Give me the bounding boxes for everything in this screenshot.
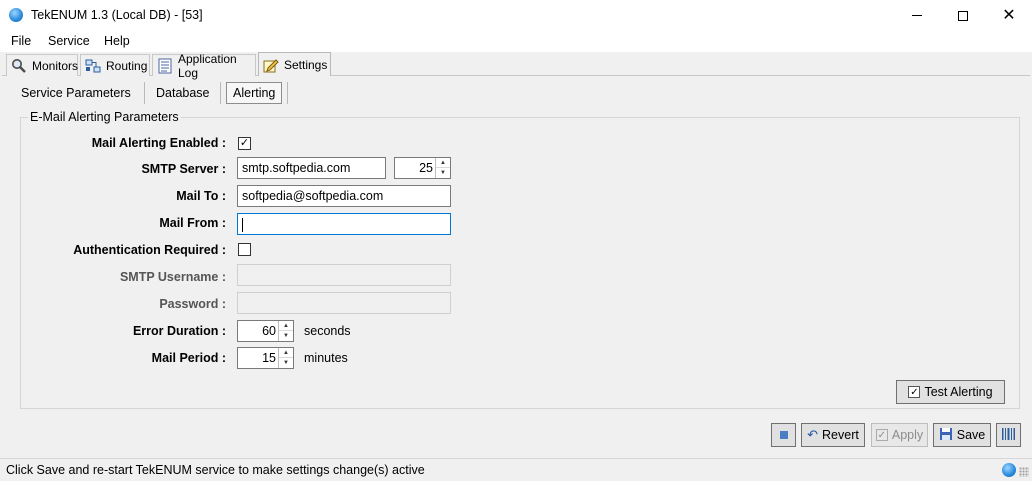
- smtp-server-input[interactable]: smtp.softpedia.com: [237, 157, 386, 179]
- spin-buttons: ▲ ▼: [278, 321, 293, 341]
- apply-icon: ✓: [875, 429, 888, 441]
- mail-alerting-enabled-label: Mail Alerting Enabled :: [91, 136, 226, 150]
- menu-service[interactable]: Service: [48, 34, 90, 48]
- mail-alerting-enabled-checkbox[interactable]: ✓: [238, 137, 251, 150]
- smtp-port-stepper[interactable]: 25 ▲ ▼: [394, 157, 451, 179]
- revert-label: Revert: [822, 428, 859, 442]
- client-area: Monitors Routing Application Log Setting…: [0, 52, 1032, 458]
- maximize-button[interactable]: [940, 0, 986, 31]
- check-icon: ✓: [908, 386, 921, 398]
- error-duration-value: 60: [262, 324, 276, 338]
- tab-application-log-label: Application Log: [178, 51, 237, 80]
- spin-up-icon[interactable]: ▲: [279, 321, 293, 331]
- maximize-icon: [958, 10, 968, 21]
- close-icon: ✕: [1002, 6, 1016, 24]
- group-title: E-Mail Alerting Parameters: [28, 110, 181, 124]
- smtp-server-label: SMTP Server :: [141, 162, 226, 176]
- window-title: TekENUM 1.3 (Local DB) - [53]: [31, 8, 203, 22]
- status-message: Click Save and re-start TekENUM service …: [6, 463, 425, 477]
- text-caret: [242, 217, 243, 232]
- apply-button[interactable]: ✓ Apply: [871, 423, 928, 447]
- mail-period-value: 15: [262, 351, 276, 365]
- spin-buttons: ▲ ▼: [278, 348, 293, 368]
- stop-icon: [779, 431, 788, 439]
- tab-routing[interactable]: Routing: [80, 54, 150, 76]
- app-logo-icon: [9, 8, 23, 22]
- settings-icon: [263, 57, 279, 73]
- password-label: Password :: [159, 297, 226, 311]
- auth-required-checkbox[interactable]: [238, 243, 251, 256]
- password-input[interactable]: [237, 292, 451, 314]
- spin-up-icon[interactable]: ▲: [279, 348, 293, 358]
- tab-application-log[interactable]: Application Log: [152, 52, 256, 80]
- floppy-disk-icon: [939, 427, 953, 444]
- subtab-service-parameters[interactable]: Service Parameters: [21, 82, 131, 104]
- magnifier-icon: [11, 58, 27, 74]
- spin-down-icon[interactable]: ▼: [279, 358, 293, 368]
- status-bar: Click Save and re-start TekENUM service …: [0, 458, 1032, 481]
- service-status-icon: [1002, 463, 1016, 477]
- log-icon: [157, 58, 173, 74]
- mail-period-unit: minutes: [304, 351, 348, 365]
- subtab-separator: [144, 82, 145, 104]
- menu-help[interactable]: Help: [104, 34, 130, 48]
- tab-settings-label: Settings: [284, 57, 328, 72]
- email-alerting-group: [20, 117, 1020, 409]
- error-duration-label: Error Duration :: [132, 324, 226, 338]
- error-duration-stepper[interactable]: 60 ▲ ▼: [237, 320, 294, 342]
- mail-period-stepper[interactable]: 15 ▲ ▼: [237, 347, 294, 369]
- mail-from-label: Mail From :: [159, 216, 226, 230]
- title-bar: TekENUM 1.3 (Local DB) - [53] ✕: [0, 0, 1032, 31]
- mail-period-label: Mail Period :: [151, 351, 226, 365]
- smtp-username-label: SMTP Username :: [119, 270, 226, 284]
- tab-routing-label: Routing: [106, 58, 148, 73]
- spin-buttons: ▲ ▼: [435, 158, 450, 178]
- spin-down-icon[interactable]: ▼: [279, 331, 293, 341]
- revert-icon: ↶: [807, 427, 819, 442]
- subtab-separator: [220, 82, 221, 104]
- save-label: Save: [956, 428, 986, 442]
- close-button[interactable]: ✕: [986, 0, 1032, 31]
- test-alerting-button[interactable]: ✓ Test Alerting: [896, 380, 1005, 404]
- menu-file[interactable]: File: [11, 34, 31, 48]
- mail-to-label: Mail To :: [176, 189, 226, 203]
- spin-down-icon[interactable]: ▼: [436, 168, 450, 178]
- subtab-separator: [287, 82, 288, 104]
- barcode-button[interactable]: [996, 423, 1021, 447]
- barcode-icon: [1001, 426, 1017, 445]
- routing-icon: [85, 58, 101, 74]
- smtp-port-value: 25: [419, 161, 433, 175]
- tab-monitors-label: Monitors: [32, 58, 79, 73]
- minimize-icon: [912, 15, 922, 16]
- tab-settings[interactable]: Settings: [258, 52, 331, 76]
- mail-from-input[interactable]: [237, 213, 451, 235]
- error-duration-unit: seconds: [304, 324, 351, 338]
- subtab-database[interactable]: Database: [156, 82, 210, 104]
- stop-button[interactable]: [771, 423, 796, 447]
- save-button[interactable]: Save: [933, 423, 991, 447]
- mail-to-input[interactable]: softpedia@softpedia.com: [237, 185, 451, 207]
- checkmark-icon: ✓: [239, 137, 250, 149]
- auth-required-label: Authentication Required :: [73, 243, 226, 257]
- menu-bar: File Service Help: [0, 31, 1032, 52]
- subtab-alerting[interactable]: Alerting: [226, 82, 283, 104]
- tab-monitors[interactable]: Monitors: [6, 54, 78, 76]
- smtp-username-input[interactable]: [237, 264, 451, 286]
- minimize-button[interactable]: [894, 0, 940, 31]
- spin-up-icon[interactable]: ▲: [436, 158, 450, 168]
- test-alerting-label: Test Alerting: [924, 385, 993, 399]
- revert-button[interactable]: ↶ Revert: [801, 423, 865, 447]
- apply-label: Apply: [891, 428, 924, 442]
- resize-grip-icon[interactable]: [1019, 467, 1029, 477]
